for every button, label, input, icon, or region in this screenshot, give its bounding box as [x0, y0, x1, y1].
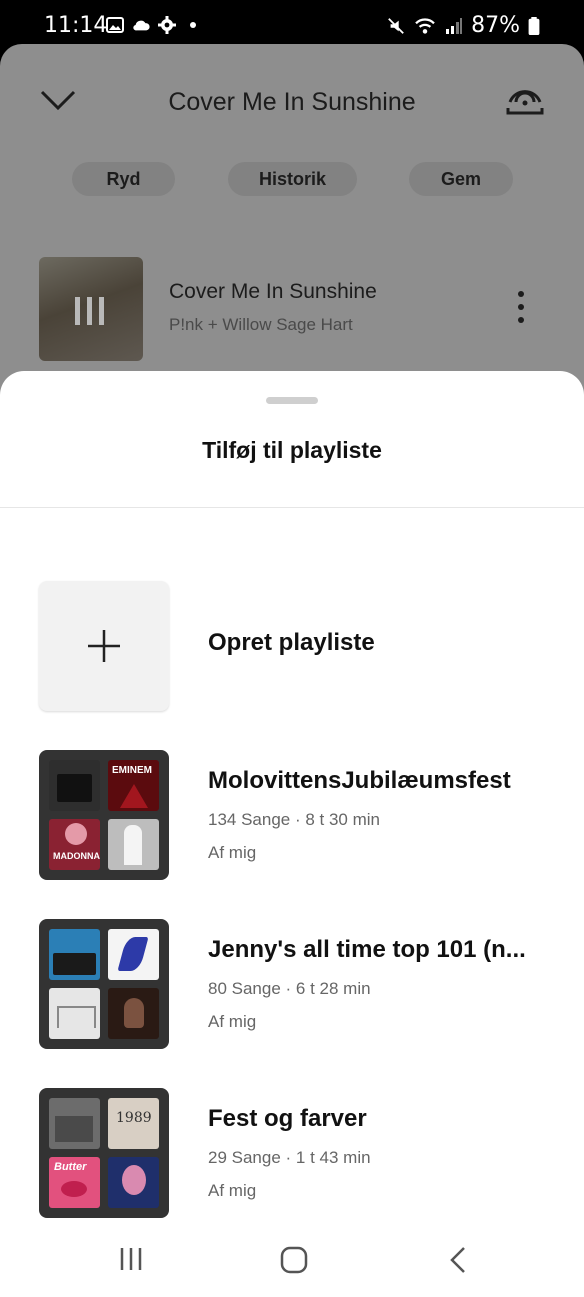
playlist-title: MolovittensJubilæumsfest — [208, 767, 511, 794]
album-tile-label: 1989 — [116, 1110, 152, 1126]
player-title: Cover Me In Sunshine — [168, 88, 416, 116]
playlist-title: Fest og farver — [208, 1105, 367, 1132]
album-tile: EMINEM — [108, 760, 159, 811]
player-background: Cover Me In Sunshine Ryd Historik Gem Co… — [0, 44, 584, 424]
album-tile-label: MADONNA — [53, 851, 100, 861]
playlist-owner: Af mig — [208, 1012, 257, 1031]
album-tile: Butter — [49, 1157, 100, 1208]
save-button[interactable]: Gem — [409, 162, 513, 196]
playlist-row[interactable]: Jenny's all time top 101 (n... 80 Sange … — [0, 919, 584, 1049]
signal-icon — [446, 17, 463, 34]
playlist-meta: 80 Sange · 6 t 28 min — [208, 979, 371, 998]
status-notification-icons — [106, 16, 202, 34]
drag-handle[interactable] — [266, 397, 318, 404]
playlist-owner: Af mig — [208, 1181, 257, 1200]
create-playlist-thumb — [39, 581, 169, 711]
album-tile — [49, 988, 100, 1039]
gallery-icon — [106, 17, 124, 33]
status-system-icons: 87% — [387, 13, 540, 38]
playlist-owner: Af mig — [208, 843, 257, 862]
album-tile — [108, 1157, 159, 1208]
album-tile — [49, 929, 100, 980]
playlist-meta: 29 Sange · 1 t 43 min — [208, 1148, 371, 1167]
history-button[interactable]: Historik — [228, 162, 357, 196]
wifi-icon — [415, 17, 435, 34]
add-to-playlist-sheet: Tilføj til playliste Opret playliste EMI… — [0, 371, 584, 1297]
album-tile — [108, 929, 159, 980]
status-bar: 11:14 87% — [0, 0, 584, 50]
now-playing-title: Cover Me In Sunshine — [169, 280, 377, 303]
album-tile — [49, 760, 100, 811]
cloud-icon — [133, 20, 150, 31]
divider — [0, 507, 584, 508]
plus-icon — [88, 630, 120, 662]
status-time: 11:14 — [44, 13, 108, 38]
now-playing-artist: P!nk + Willow Sage Hart — [169, 315, 353, 334]
playlist-artwork — [39, 919, 169, 1049]
create-playlist-row[interactable]: Opret playliste — [0, 581, 584, 711]
sheet-title: Tilføj til playliste — [202, 437, 382, 463]
album-tile-label: EMINEM — [112, 765, 152, 776]
now-playing-artwork — [39, 257, 143, 361]
album-tile: MADONNA — [49, 819, 100, 870]
clear-button[interactable]: Ryd — [72, 162, 175, 196]
cast-icon[interactable] — [506, 82, 544, 116]
system-nav-bar — [0, 1222, 584, 1297]
dot-icon — [190, 22, 196, 28]
album-tile — [108, 988, 159, 1039]
playlist-row[interactable]: 1989 Butter Fest og farver 29 Sange · 1 … — [0, 1088, 584, 1218]
more-options-icon[interactable] — [518, 291, 524, 330]
album-tile: 1989 — [108, 1098, 159, 1149]
mute-icon — [388, 17, 404, 34]
album-tile — [49, 1098, 100, 1149]
playlist-artwork: 1989 Butter — [39, 1088, 169, 1218]
playlist-row[interactable]: EMINEM MADONNA MolovittensJubilæumsfest … — [0, 750, 584, 880]
playlist-meta: 134 Sange · 8 t 30 min — [208, 810, 381, 829]
recent-apps-icon[interactable] — [118, 1246, 144, 1272]
playlist-title: Jenny's all time top 101 (n... — [208, 936, 526, 963]
battery-icon — [528, 16, 540, 35]
create-playlist-label: Opret playliste — [208, 629, 375, 656]
home-icon[interactable] — [280, 1246, 308, 1274]
album-tile-label: Butter — [54, 1161, 87, 1173]
settings-gear-icon — [158, 16, 176, 34]
album-tile — [108, 819, 159, 870]
playlist-artwork: EMINEM MADONNA — [39, 750, 169, 880]
battery-percentage: 87% — [471, 13, 520, 38]
back-icon[interactable] — [448, 1246, 468, 1274]
equalizer-icon — [75, 297, 104, 325]
